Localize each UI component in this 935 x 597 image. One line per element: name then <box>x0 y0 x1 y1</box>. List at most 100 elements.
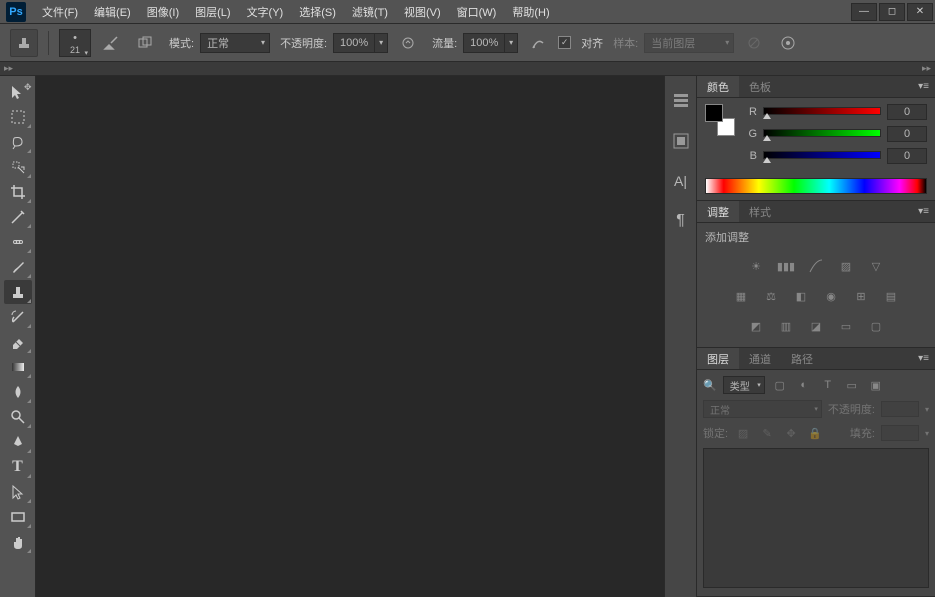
rectangle-tool[interactable] <box>4 505 32 529</box>
menu-type[interactable]: 文字(Y) <box>239 0 292 24</box>
threshold-icon[interactable]: ◪ <box>805 317 827 335</box>
flow-value[interactable]: 100% <box>463 33 505 53</box>
lock-position-icon[interactable]: ✥ <box>782 424 800 442</box>
crop-tool[interactable] <box>4 180 32 204</box>
adjustments-tab[interactable]: 调整 <box>697 201 739 222</box>
filter-adjust-icon[interactable]: ◐ <box>795 376 813 394</box>
fill-value[interactable] <box>881 425 919 441</box>
color-panel-menu-icon[interactable]: ▾≡ <box>912 81 935 92</box>
photo-filter-icon[interactable]: ◉ <box>820 287 842 305</box>
clone-stamp-tool[interactable] <box>4 280 32 304</box>
layer-opacity-value[interactable] <box>881 401 919 417</box>
flow-dropdown[interactable]: ▾ <box>504 33 518 53</box>
paragraph-panel-icon[interactable]: ¶ <box>670 210 692 232</box>
clone-source-panel-icon[interactable] <box>131 29 159 57</box>
opacity-value[interactable]: 100% <box>333 33 375 53</box>
menu-view[interactable]: 视图(V) <box>396 0 449 24</box>
filter-type-icon[interactable]: T <box>819 376 837 394</box>
brush-panel-toggle-icon[interactable] <box>97 29 125 57</box>
layers-panel-menu-icon[interactable]: ▾≡ <box>912 353 935 364</box>
color-tab[interactable]: 颜色 <box>697 76 739 97</box>
color-lookup-icon[interactable]: ▤ <box>880 287 902 305</box>
color-balance-icon[interactable]: ⚖ <box>760 287 782 305</box>
foreground-background-swatches[interactable] <box>705 104 735 136</box>
maximize-button[interactable]: ◻ <box>879 3 905 21</box>
opacity-dropdown[interactable]: ▾ <box>374 33 388 53</box>
filter-shape-icon[interactable]: ▭ <box>843 376 861 394</box>
layers-list[interactable] <box>703 448 929 588</box>
blend-mode-dropdown-layers[interactable]: 正常 <box>703 400 822 418</box>
marquee-tool[interactable] <box>4 105 32 129</box>
filter-type-dropdown[interactable]: 类型 <box>723 376 765 394</box>
character-panel-icon[interactable]: A| <box>670 170 692 192</box>
exposure-icon[interactable]: ▨ <box>835 257 857 275</box>
minimize-button[interactable]: — <box>851 3 877 21</box>
foreground-swatch[interactable] <box>705 104 723 122</box>
menu-edit[interactable]: 编辑(E) <box>86 0 139 24</box>
aligned-checkbox[interactable]: ✓ <box>558 36 571 49</box>
healing-brush-tool[interactable] <box>4 230 32 254</box>
g-slider[interactable] <box>763 129 881 139</box>
levels-icon[interactable]: ▮▮▮ <box>775 257 797 275</box>
layers-tab[interactable]: 图层 <box>697 348 739 369</box>
lasso-tool[interactable] <box>4 130 32 154</box>
channels-tab[interactable]: 通道 <box>739 348 781 369</box>
collapse-panels-icon[interactable]: ▸▸ <box>922 63 931 74</box>
quick-select-tool[interactable] <box>4 155 32 179</box>
curves-icon[interactable] <box>805 257 827 275</box>
eyedropper-tool[interactable] <box>4 205 32 229</box>
history-brush-tool[interactable] <box>4 305 32 329</box>
blend-mode-dropdown[interactable]: 正常 <box>200 33 270 53</box>
hand-tool[interactable] <box>4 530 32 554</box>
brightness-icon[interactable]: ☀ <box>745 257 767 275</box>
lock-pixels-icon[interactable]: ✎ <box>758 424 776 442</box>
filter-smart-icon[interactable]: ▣ <box>867 376 885 394</box>
b-value[interactable]: 0 <box>887 148 927 164</box>
tool-preset-picker[interactable] <box>10 29 38 57</box>
g-value[interactable]: 0 <box>887 126 927 142</box>
menu-select[interactable]: 选择(S) <box>291 0 344 24</box>
expand-toolbox-icon[interactable]: ▸▸ <box>4 63 13 74</box>
bw-icon[interactable]: ◧ <box>790 287 812 305</box>
vibrance-icon[interactable]: ▽ <box>865 257 887 275</box>
menu-file[interactable]: 文件(F) <box>34 0 86 24</box>
r-value[interactable]: 0 <box>887 104 927 120</box>
canvas-area[interactable] <box>36 76 665 597</box>
properties-panel-icon[interactable] <box>670 130 692 152</box>
pressure-size-icon[interactable] <box>774 29 802 57</box>
path-select-tool[interactable] <box>4 480 32 504</box>
adjust-panel-menu-icon[interactable]: ▾≡ <box>912 206 935 217</box>
brush-preset-picker[interactable]: • 21 <box>59 29 91 57</box>
dodge-tool[interactable] <box>4 405 32 429</box>
airbrush-icon[interactable] <box>524 29 552 57</box>
styles-tab[interactable]: 样式 <box>739 201 781 222</box>
menu-filter[interactable]: 滤镜(T) <box>344 0 396 24</box>
history-panel-icon[interactable] <box>670 90 692 112</box>
menu-help[interactable]: 帮助(H) <box>504 0 557 24</box>
eraser-tool[interactable] <box>4 330 32 354</box>
blur-tool[interactable] <box>4 380 32 404</box>
swatches-tab[interactable]: 色板 <box>739 76 781 97</box>
lock-all-icon[interactable]: 🔒 <box>806 424 824 442</box>
menu-window[interactable]: 窗口(W) <box>449 0 505 24</box>
selective-color-icon[interactable]: ▢ <box>865 317 887 335</box>
paths-tab[interactable]: 路径 <box>781 348 823 369</box>
channel-mixer-icon[interactable]: ⊞ <box>850 287 872 305</box>
gradient-map-icon[interactable]: ▭ <box>835 317 857 335</box>
menu-image[interactable]: 图像(I) <box>139 0 187 24</box>
move-tool[interactable]: ✥ <box>4 80 32 104</box>
menu-layer[interactable]: 图层(L) <box>187 0 238 24</box>
b-slider[interactable] <box>763 151 881 161</box>
gradient-tool[interactable] <box>4 355 32 379</box>
posterize-icon[interactable]: ▥ <box>775 317 797 335</box>
type-tool[interactable]: T <box>4 455 32 479</box>
close-button[interactable]: ✕ <box>907 3 933 21</box>
r-slider[interactable] <box>763 107 881 117</box>
pressure-opacity-icon[interactable] <box>394 29 422 57</box>
lock-transparent-icon[interactable]: ▨ <box>734 424 752 442</box>
invert-icon[interactable]: ◩ <box>745 317 767 335</box>
brush-tool[interactable] <box>4 255 32 279</box>
hue-sat-icon[interactable]: ▦ <box>730 287 752 305</box>
pen-tool[interactable] <box>4 430 32 454</box>
filter-pixel-icon[interactable]: ▢ <box>771 376 789 394</box>
